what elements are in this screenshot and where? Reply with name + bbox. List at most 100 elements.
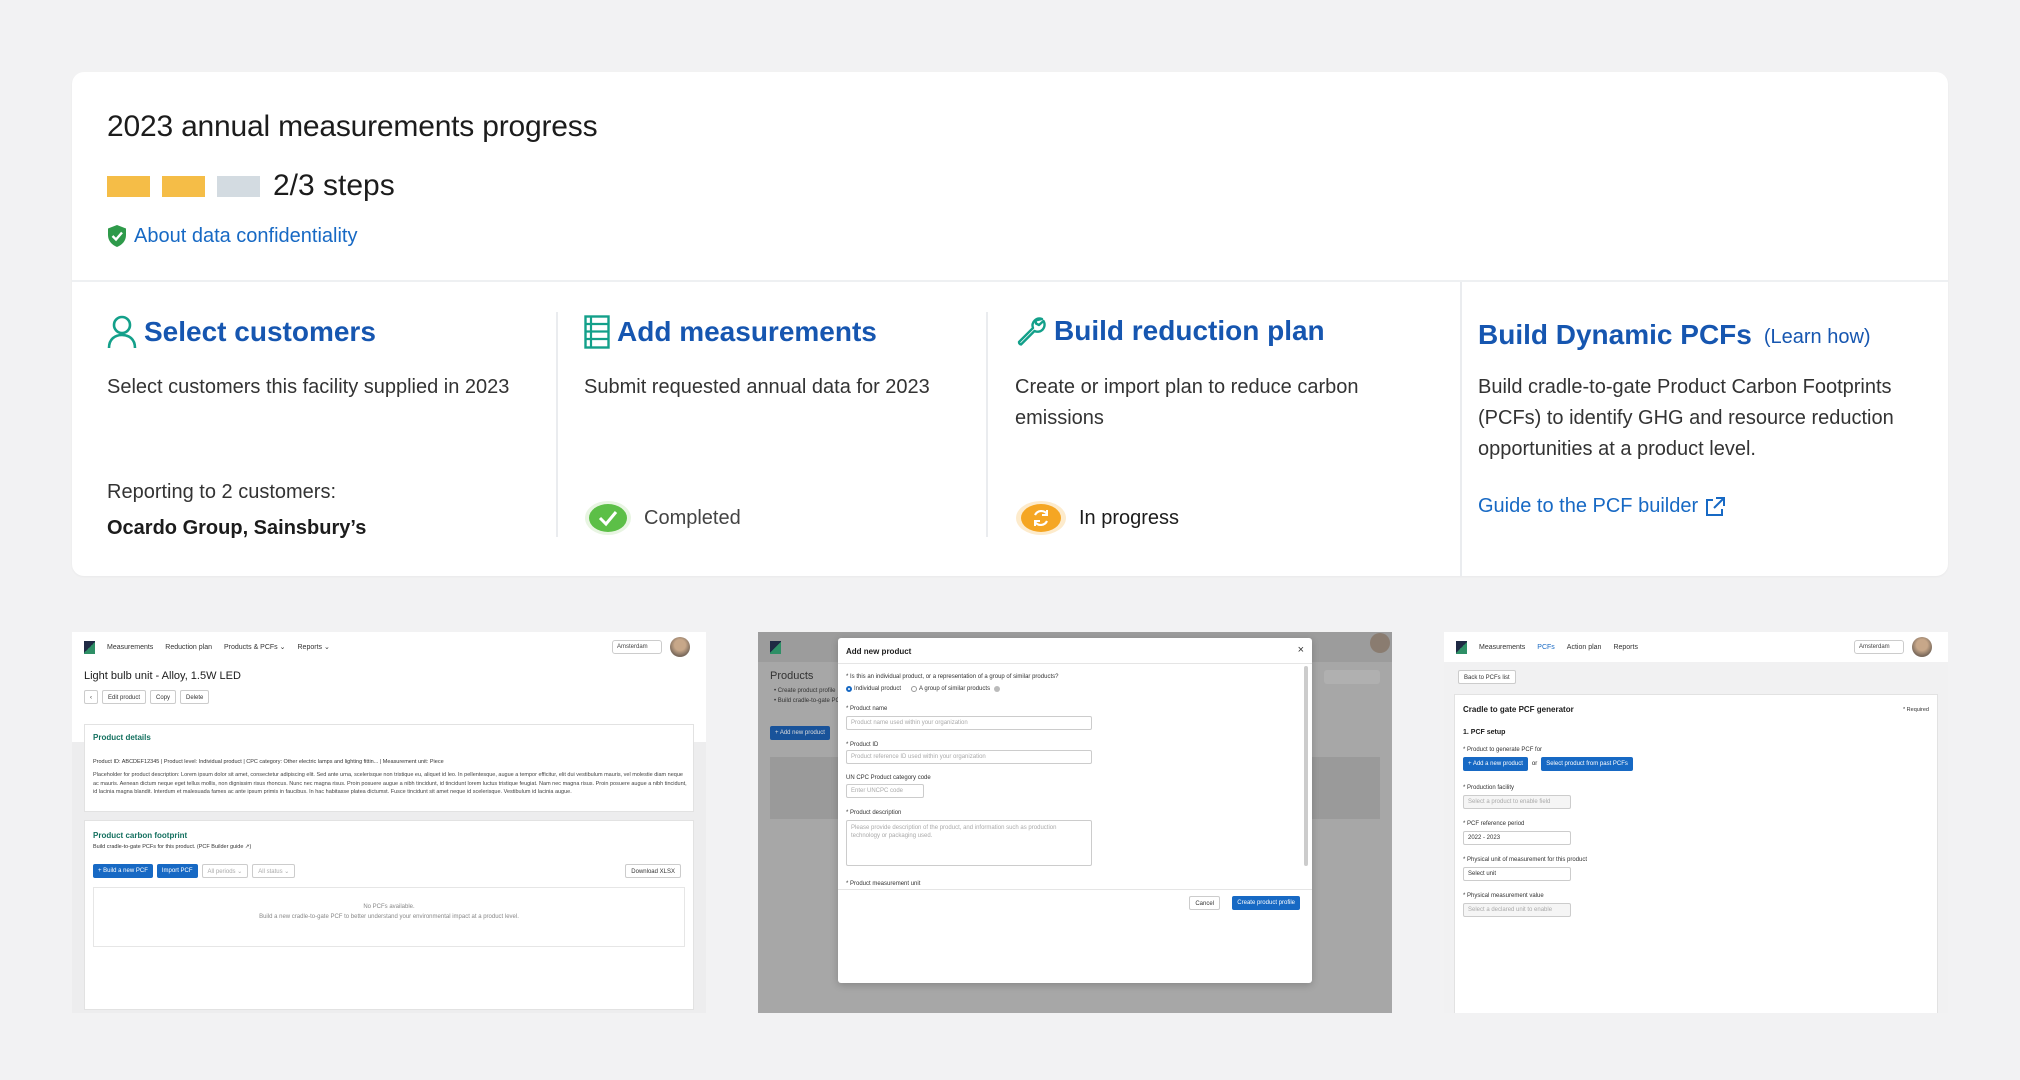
empty-state: No PCFs available. Build a new cradle-to… bbox=[93, 887, 685, 947]
nav-item[interactable]: Reduction plan bbox=[165, 644, 212, 651]
learn-how-link[interactable]: (Learn how) bbox=[1764, 326, 1871, 349]
select-past-product-button[interactable]: Select product from past PCFs bbox=[1541, 757, 1633, 771]
info-icon[interactable] bbox=[994, 686, 1001, 692]
product-description-label: * Product description bbox=[846, 810, 902, 816]
step-segment-3 bbox=[217, 175, 260, 197]
pcf-description: Build cradle-to-gate Product Carbon Foot… bbox=[1478, 376, 1894, 460]
nav-item[interactable]: Reports ⌄ bbox=[298, 643, 330, 651]
pcf-section: Build Dynamic PCFs (Learn how) bbox=[1478, 319, 1871, 351]
radio-group[interactable] bbox=[911, 686, 918, 692]
step-title[interactable]: Select customers bbox=[144, 316, 376, 348]
build-pcf-button[interactable]: + Build a new PCF bbox=[93, 864, 153, 878]
divider bbox=[838, 889, 1312, 890]
avatar bbox=[1370, 633, 1390, 653]
external-link-icon bbox=[1706, 496, 1726, 516]
value-input[interactable]: Select a declared unit to enable bbox=[1463, 903, 1571, 917]
nav-item[interactable]: Reports bbox=[1613, 644, 1638, 651]
customers-list: Ocardo Group, Sainsbury’s bbox=[107, 517, 367, 539]
step-title[interactable]: Add measurements bbox=[617, 316, 877, 348]
cpc-code-input[interactable]: Enter UNCPC code bbox=[846, 784, 924, 798]
cancel-button[interactable]: Cancel bbox=[1189, 896, 1220, 910]
status-filter[interactable]: All status ⌄ bbox=[252, 864, 296, 878]
step-description: Submit requested annual data for 2023 bbox=[584, 376, 930, 398]
location-select[interactable]: Amsterdam bbox=[612, 640, 662, 654]
product-name-input[interactable]: Product name used within your organizati… bbox=[846, 716, 1092, 730]
divider bbox=[556, 312, 558, 537]
radio-individual[interactable] bbox=[846, 686, 852, 692]
avatar[interactable] bbox=[670, 637, 690, 657]
import-pcf-button[interactable]: Import PCF bbox=[156, 864, 198, 878]
download-xlsx-button[interactable]: Download XLSX bbox=[625, 864, 681, 878]
radio-group-label: A group of similar products bbox=[919, 686, 991, 692]
status-badge: In progress bbox=[1015, 500, 1179, 536]
section-title: 1. PCF setup bbox=[1463, 729, 1506, 736]
progress-card: 2023 annual measurements progress 2/3 st… bbox=[72, 72, 1948, 576]
logo bbox=[770, 640, 781, 654]
shield-check-icon bbox=[108, 225, 126, 247]
delete-button[interactable]: Delete bbox=[180, 690, 210, 704]
step-title[interactable]: Build reduction plan bbox=[1054, 315, 1325, 347]
pcf-panel: Product carbon footprint Build cradle-to… bbox=[84, 820, 694, 1010]
status-label: Completed bbox=[644, 506, 741, 529]
product-description-input[interactable]: Please provide description of the produc… bbox=[846, 820, 1092, 866]
or-label: or bbox=[1531, 761, 1538, 767]
step-select-customers[interactable]: Select customers bbox=[107, 315, 376, 349]
pcf-actions: + Build a new PCF Import PCF All periods… bbox=[93, 864, 299, 878]
pcf-generator-screenshot: Measurements PCFs Action plan Reports Am… bbox=[1444, 632, 1948, 1013]
divider bbox=[838, 663, 1312, 664]
confidentiality-link[interactable]: About data confidentiality bbox=[107, 224, 358, 248]
bg-select bbox=[1324, 670, 1380, 684]
unit-label: * Physical unit of measurement for this … bbox=[1463, 857, 1588, 863]
edit-product-button[interactable]: Edit product bbox=[102, 690, 147, 704]
status-label: In progress bbox=[1079, 506, 1180, 529]
back-to-pcfs-button[interactable]: Back to PCFs list bbox=[1458, 670, 1516, 684]
back-button[interactable]: ‹ bbox=[84, 690, 98, 704]
details-title: Product details bbox=[93, 733, 151, 742]
create-product-button[interactable]: Create product profile bbox=[1232, 896, 1300, 910]
pcf-guide-link[interactable]: Guide to the PCF builder bbox=[1478, 495, 1726, 518]
location-select[interactable]: Amsterdam bbox=[1854, 640, 1904, 654]
generator-title: Cradle to gate PCF generator bbox=[1463, 705, 1574, 714]
nav-item[interactable]: Products & PCFs ⌄ bbox=[224, 643, 286, 651]
bg-link: • Build cradle-to-gate PCF bbox=[774, 698, 844, 704]
facility-label: * Production facility bbox=[1463, 785, 1515, 791]
add-product-modal: Add new product × * Is this an individua… bbox=[838, 638, 1312, 983]
pcf-guide-label[interactable]: Guide to the PCF builder bbox=[1478, 495, 1698, 518]
step-add-measurements[interactable]: Add measurements bbox=[584, 315, 877, 349]
step-progress-bar: 2/3 steps bbox=[107, 169, 395, 203]
add-new-product-button[interactable]: + Add a new product bbox=[1463, 757, 1528, 771]
list-icon bbox=[584, 315, 610, 349]
progress-title: 2023 annual measurements progress bbox=[107, 110, 598, 143]
product-id-input[interactable]: Product reference ID used within your or… bbox=[846, 750, 1092, 764]
mini-nav: Measurements PCFs Action plan Reports Am… bbox=[1444, 632, 1948, 662]
step-segment-2 bbox=[162, 175, 205, 197]
product-type-question: * Is this an individual product, or a re… bbox=[846, 674, 1059, 680]
copy-button[interactable]: Copy bbox=[150, 690, 177, 704]
nav-item-active[interactable]: PCFs bbox=[1537, 644, 1555, 651]
confidentiality-link-label[interactable]: About data confidentiality bbox=[134, 225, 358, 248]
logo bbox=[1456, 640, 1467, 654]
nav-item[interactable]: Measurements bbox=[1479, 644, 1525, 651]
step-description: Create or import plan to reduce carbon e… bbox=[1015, 376, 1359, 429]
facility-select[interactable]: Select a product to enable field bbox=[1463, 795, 1571, 809]
pcf-title[interactable]: Build Dynamic PCFs bbox=[1478, 319, 1752, 351]
unit-select[interactable]: Select unit bbox=[1463, 867, 1571, 881]
user-icon bbox=[107, 315, 137, 349]
product-meta: Product ID: ABCDEF12345 | Product level:… bbox=[93, 759, 444, 765]
period-filter[interactable]: All periods ⌄ bbox=[201, 864, 249, 878]
divider bbox=[986, 312, 988, 537]
nav-item[interactable]: Measurements bbox=[107, 644, 153, 651]
scrollbar[interactable] bbox=[1304, 666, 1308, 866]
step-build-reduction-plan[interactable]: Build reduction plan bbox=[1015, 315, 1325, 347]
pcf-generator-panel: Cradle to gate PCF generator * Required … bbox=[1454, 694, 1938, 1013]
nav-item[interactable]: Action plan bbox=[1567, 644, 1602, 651]
product-title: Light bulb unit - Alloy, 1.5W LED bbox=[84, 670, 241, 682]
period-select[interactable]: 2022 - 2023 bbox=[1463, 831, 1571, 845]
close-icon[interactable]: × bbox=[1298, 644, 1304, 656]
cpc-code-label: UN CPC Product category code bbox=[846, 775, 931, 781]
required-note: * Required bbox=[1903, 707, 1929, 713]
products-title: Products bbox=[770, 670, 814, 682]
divider bbox=[72, 280, 1948, 282]
product-details-panel: Product details Product ID: ABCDEF12345 … bbox=[84, 724, 694, 812]
avatar[interactable] bbox=[1912, 637, 1932, 657]
